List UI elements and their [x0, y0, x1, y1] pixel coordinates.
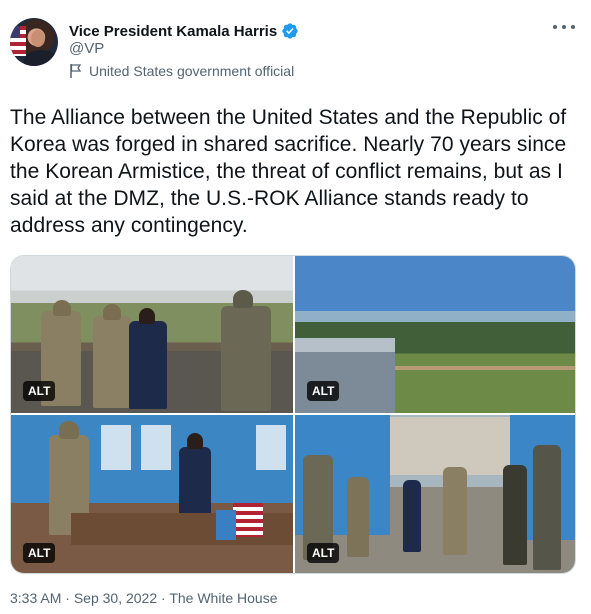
photo-figure: [93, 316, 131, 408]
photo-figure: [103, 304, 121, 320]
media-photo-2[interactable]: ALT: [295, 256, 575, 413]
avatar-body: [24, 50, 58, 66]
photo-figure: [403, 480, 421, 552]
media-photo-3[interactable]: ALT: [11, 415, 293, 573]
alt-badge[interactable]: ALT: [23, 381, 56, 401]
photo-road: [395, 366, 575, 370]
government-label-text: United States government official: [89, 63, 295, 79]
photo-window: [101, 425, 131, 470]
photo-figure: [179, 447, 211, 522]
photo-figure: [533, 445, 561, 570]
tweet-source: The White House: [169, 590, 278, 606]
media-photo-1[interactable]: ALT: [11, 256, 293, 413]
separator: ·: [65, 590, 70, 606]
flag-decoration: [10, 26, 26, 56]
tweet-time[interactable]: 3:33 AM: [10, 590, 61, 606]
photo-figure: [443, 467, 467, 555]
tweet-text: The Alliance between the United States a…: [10, 106, 567, 237]
photo-figure: [59, 421, 79, 439]
author-display-name[interactable]: Vice President Kamala Harris: [69, 23, 277, 40]
photo-figure: [187, 433, 203, 449]
photo-figure: [53, 300, 71, 316]
photo-figure: [233, 290, 253, 308]
photo-figure: [503, 465, 527, 565]
photo-window: [141, 425, 171, 470]
alt-badge[interactable]: ALT: [307, 381, 340, 401]
photo-figure: [347, 477, 369, 557]
separator: ·: [161, 590, 166, 606]
author-avatar[interactable]: [10, 18, 58, 66]
avatar-face: [31, 30, 45, 47]
alt-badge[interactable]: ALT: [23, 543, 56, 563]
alt-badge[interactable]: ALT: [307, 543, 340, 563]
photo-flag: [233, 503, 263, 537]
photo-structure-roof: [295, 338, 395, 352]
photo-flag: [216, 510, 236, 540]
flag-icon: [70, 64, 82, 78]
tweet-footer: 3:33 AM · Sep 30, 2022 · The White House: [10, 590, 278, 606]
verified-badge-icon: [282, 23, 298, 39]
photo-figure: [129, 321, 167, 409]
author-handle[interactable]: @VP: [69, 40, 104, 57]
media-photo-4[interactable]: ALT: [295, 415, 575, 573]
photo-figure: [221, 306, 271, 411]
photo-window: [256, 425, 286, 470]
tweet-date[interactable]: Sep 30, 2022: [74, 590, 157, 606]
photo-figure: [139, 308, 155, 324]
media-grid: ALT ALT ALT ALT: [10, 255, 576, 574]
more-options-icon[interactable]: [553, 20, 575, 34]
author-name-row: Vice President Kamala Harris: [69, 21, 299, 41]
government-label: United States government official: [69, 63, 294, 79]
